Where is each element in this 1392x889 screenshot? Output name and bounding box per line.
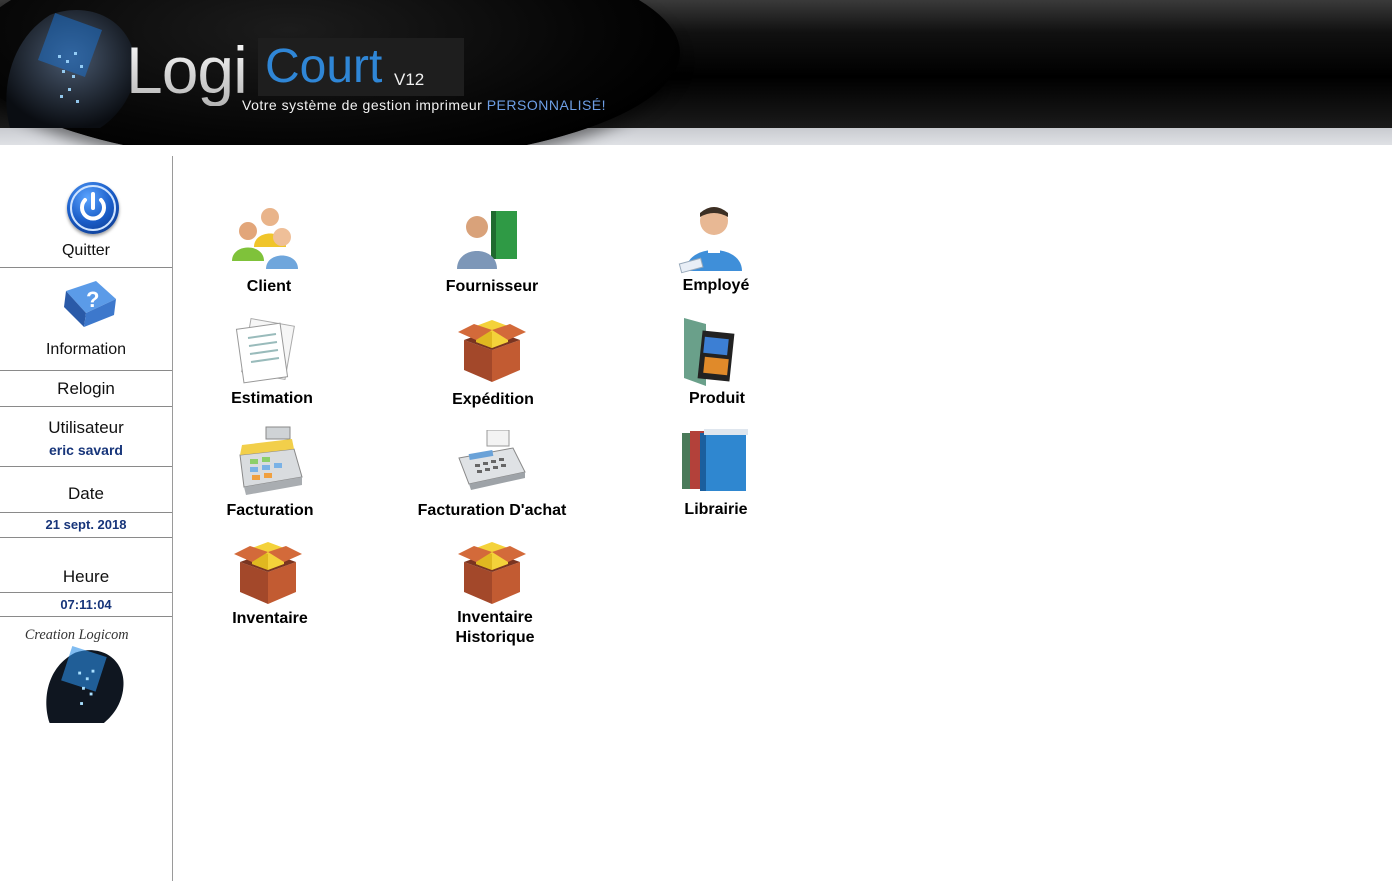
- books-icon: [680, 427, 750, 495]
- tagline: Votre système de gestion imprimeur PERSO…: [242, 97, 606, 113]
- brand-text: Creation Logicom: [25, 627, 129, 643]
- module-label: Fournisseur: [445, 278, 539, 295]
- module-label: Facturation D'achat: [417, 502, 567, 519]
- sidebar: Quitter ? Information Relogin Utilisateu…: [0, 156, 173, 881]
- module-label: Client: [246, 278, 292, 295]
- date-value-row: 21 sept. 2018: [0, 513, 172, 538]
- supplier-icon: [455, 205, 527, 275]
- help-cube-icon: ?: [64, 281, 116, 327]
- logo-text-court: Court: [265, 40, 383, 93]
- creation-logicom-logo: Creation Logicom: [25, 627, 129, 724]
- employee-icon: [678, 203, 750, 275]
- tagline-text: Votre système de gestion imprimeur: [242, 97, 483, 113]
- time-value: 07:11:04: [60, 597, 112, 612]
- svg-text:?: ?: [86, 287, 99, 312]
- calculator-icon: [455, 429, 527, 490]
- quit-button[interactable]: Quitter: [0, 156, 172, 268]
- module-label: Inventaire Historique: [455, 609, 535, 646]
- users-group-icon: [232, 205, 304, 275]
- product-icon: [682, 316, 742, 388]
- date-value: 21 sept. 2018: [45, 517, 127, 532]
- relogin-label: Relogin: [57, 379, 115, 398]
- date-section: Date: [0, 467, 172, 513]
- brain-head-icon: [6, 10, 136, 129]
- logo-text-logi: Logi: [126, 33, 248, 107]
- module-label: Expédition: [452, 391, 534, 408]
- relogin-button[interactable]: Relogin: [0, 371, 172, 407]
- module-label: Employé: [682, 277, 750, 294]
- module-label: Librairie: [684, 501, 748, 518]
- user-label: Utilisateur: [48, 418, 124, 437]
- power-icon: [67, 182, 119, 234]
- user-section: Utilisateur eric savard: [0, 407, 172, 467]
- module-label: Inventaire: [232, 610, 308, 627]
- module-label: Estimation: [231, 390, 313, 407]
- package-icon: [456, 318, 528, 384]
- quit-label: Quitter: [61, 242, 110, 259]
- information-button[interactable]: ? Information: [0, 268, 172, 371]
- cash-register-icon: [234, 425, 306, 495]
- time-label: Heure: [62, 567, 110, 586]
- user-value: eric savard: [49, 442, 123, 458]
- package-icon: [232, 540, 304, 606]
- documents-icon: [232, 318, 304, 386]
- module-label: Facturation: [226, 502, 314, 519]
- date-label: Date: [68, 484, 104, 503]
- information-label: Information: [45, 341, 127, 358]
- module-label: Produit: [689, 390, 745, 407]
- time-section: Heure: [0, 538, 172, 593]
- logo-version: V12: [394, 70, 425, 89]
- tagline-accent: PERSONNALISÉ!: [486, 97, 607, 113]
- app-header: Logi Court V12 Votre système de gestion …: [0, 0, 1392, 145]
- package-icon: [456, 540, 528, 606]
- time-value-row: 07:11:04: [0, 593, 172, 617]
